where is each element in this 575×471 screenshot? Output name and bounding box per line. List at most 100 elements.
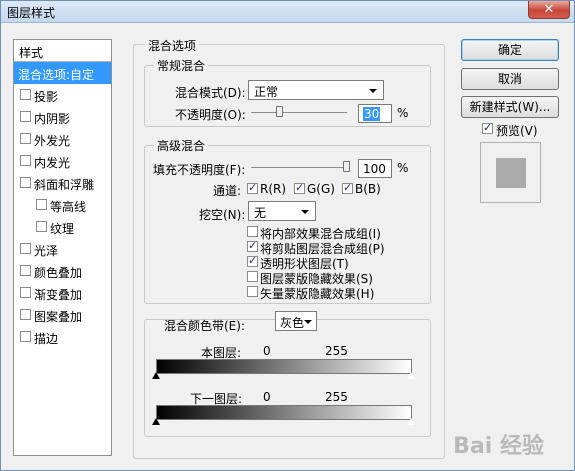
fill-opacity-label: 填充不透明度(F): bbox=[153, 163, 246, 177]
list-item-drop-shadow[interactable]: 投影 bbox=[14, 84, 111, 106]
list-item-stroke[interactable]: 描边 bbox=[14, 326, 111, 348]
gradient-overlay-checkbox[interactable] bbox=[20, 287, 31, 298]
list-item-color-overlay[interactable]: 颜色叠加 bbox=[14, 260, 111, 282]
this-layer-low: 0 bbox=[263, 344, 271, 358]
opacity-input[interactable]: 30 bbox=[358, 104, 392, 123]
transparency-shapes-checkbox[interactable] bbox=[247, 254, 258, 267]
fill-opacity-value: 100 bbox=[363, 162, 386, 176]
knockout-label: 挖空(N): bbox=[199, 208, 246, 222]
chevron-down-icon bbox=[304, 320, 312, 324]
list-item-pattern-overlay[interactable]: 图案叠加 bbox=[14, 304, 111, 326]
color-overlay-checkbox[interactable] bbox=[20, 265, 31, 276]
list-item-label: 纹理 bbox=[50, 222, 75, 236]
preview-label: 预览(V) bbox=[496, 124, 538, 138]
list-item-label: 混合选项:自定 bbox=[18, 68, 95, 82]
styles-list: 样式 混合选项:自定 投影 内阴影 外发光 内发光 斜面和浮雕 等高线 纹理 光… bbox=[13, 39, 112, 456]
stroke-checkbox[interactable] bbox=[20, 331, 31, 342]
list-item-label: 描边 bbox=[34, 332, 59, 346]
drop-shadow-checkbox[interactable] bbox=[20, 89, 31, 100]
list-item-inner-glow[interactable]: 内发光 bbox=[14, 150, 111, 172]
list-item-label: 外发光 bbox=[34, 134, 71, 148]
blend-if-label: 混合颜色带(E): bbox=[164, 319, 245, 333]
channel-r-label: R(R) bbox=[260, 182, 287, 196]
this-layer-white-slider[interactable] bbox=[406, 371, 416, 380]
channel-b-checkbox[interactable] bbox=[342, 181, 353, 194]
underlying-layer-high: 255 bbox=[325, 390, 348, 404]
vector-mask-hides-label: 矢量蒙版隐藏效果(H) bbox=[260, 287, 375, 301]
chevron-down-icon bbox=[369, 89, 377, 93]
knockout-value: 无 bbox=[254, 206, 267, 220]
fill-opacity-slider-track[interactable] bbox=[251, 167, 347, 168]
list-item-blending-options[interactable]: 混合选项:自定 bbox=[14, 62, 111, 84]
satin-checkbox[interactable] bbox=[20, 243, 31, 254]
advanced-blending-title: 高级混合 bbox=[154, 137, 209, 154]
contour-checkbox[interactable] bbox=[36, 199, 47, 210]
underlying-layer-black-slider[interactable] bbox=[152, 418, 160, 425]
vector-mask-hides-checkbox[interactable] bbox=[247, 286, 258, 297]
channel-b-label: B(B) bbox=[355, 182, 381, 196]
this-layer-black-slider[interactable] bbox=[152, 372, 160, 379]
inner-glow-checkbox[interactable] bbox=[20, 155, 31, 166]
inner-shadow-checkbox[interactable] bbox=[20, 111, 31, 122]
list-item-inner-shadow[interactable]: 内阴影 bbox=[14, 106, 111, 128]
list-item-label: 光泽 bbox=[34, 244, 59, 258]
fill-opacity-input[interactable]: 100 bbox=[358, 159, 392, 178]
styles-list-header[interactable]: 样式 bbox=[14, 40, 111, 62]
blend-clipped-layers-checkbox[interactable] bbox=[247, 239, 258, 252]
channel-g-checkbox[interactable] bbox=[294, 181, 305, 194]
blend-mode-label: 混合模式(D): bbox=[175, 86, 246, 100]
underlying-layer-white-slider[interactable] bbox=[406, 417, 416, 426]
opacity-label: 不透明度(O): bbox=[175, 108, 246, 122]
opacity-slider-track[interactable] bbox=[251, 112, 347, 113]
channel-r-checkbox[interactable] bbox=[247, 181, 258, 194]
texture-checkbox[interactable] bbox=[36, 221, 47, 232]
preview-square bbox=[496, 158, 526, 188]
preview-checkbox[interactable] bbox=[482, 121, 493, 134]
general-blending-title: 常规混合 bbox=[154, 57, 209, 74]
this-layer-high: 255 bbox=[325, 344, 348, 358]
new-style-button[interactable]: 新建样式(W)... bbox=[461, 96, 559, 118]
list-item-gradient-overlay[interactable]: 渐变叠加 bbox=[14, 282, 111, 304]
this-layer-gradient-bar bbox=[156, 359, 412, 374]
list-item-texture[interactable]: 纹理 bbox=[14, 216, 111, 238]
fill-opacity-slider-thumb[interactable] bbox=[343, 161, 350, 172]
outer-glow-checkbox[interactable] bbox=[20, 133, 31, 144]
opacity-slider-thumb[interactable] bbox=[276, 106, 283, 117]
underlying-layer-gradient-bar bbox=[156, 405, 412, 420]
blend-if-select[interactable]: 灰色 bbox=[275, 311, 317, 331]
underlying-layer-low: 0 bbox=[263, 390, 271, 404]
list-item-label: 斜面和浮雕 bbox=[34, 178, 95, 192]
title-bar: 图层样式 ✕ bbox=[1, 1, 574, 23]
close-button[interactable]: ✕ bbox=[528, 1, 570, 19]
list-item-satin[interactable]: 光泽 bbox=[14, 238, 111, 260]
list-item-label: 内发光 bbox=[34, 156, 71, 170]
list-item-label: 图案叠加 bbox=[34, 310, 83, 324]
blend-mode-value: 正常 bbox=[254, 85, 279, 99]
channel-g-label: G(G) bbox=[307, 182, 335, 196]
chevron-down-icon bbox=[301, 210, 309, 214]
fill-opacity-unit: % bbox=[397, 161, 409, 175]
cancel-button[interactable]: 取消 bbox=[461, 68, 559, 90]
list-item-label: 投影 bbox=[34, 90, 59, 104]
knockout-select[interactable]: 无 bbox=[248, 201, 316, 221]
dialog-title: 图层样式 bbox=[7, 6, 56, 20]
list-item-label: 渐变叠加 bbox=[34, 288, 83, 302]
layer-mask-hides-checkbox[interactable] bbox=[247, 271, 258, 282]
ok-button[interactable]: 确定 bbox=[461, 39, 559, 61]
list-item-contour[interactable]: 等高线 bbox=[14, 194, 111, 216]
style-preview-thumbnail bbox=[480, 142, 541, 203]
blending-options-title: 混合选项 bbox=[145, 37, 200, 54]
list-item-label: 等高线 bbox=[50, 200, 87, 214]
list-item-outer-glow[interactable]: 外发光 bbox=[14, 128, 111, 150]
opacity-unit: % bbox=[397, 106, 409, 120]
list-item-bevel-emboss[interactable]: 斜面和浮雕 bbox=[14, 172, 111, 194]
blend-interior-effects-checkbox[interactable] bbox=[247, 226, 258, 237]
blend-mode-select[interactable]: 正常 bbox=[248, 80, 384, 100]
baidu-watermark: Bai 经验 bbox=[453, 434, 544, 459]
bevel-emboss-checkbox[interactable] bbox=[20, 177, 31, 188]
list-item-label: 内阴影 bbox=[34, 112, 71, 126]
pattern-overlay-checkbox[interactable] bbox=[20, 309, 31, 320]
opacity-value: 30 bbox=[363, 107, 381, 121]
list-item-label: 颜色叠加 bbox=[34, 266, 83, 280]
layer-style-dialog: 图层样式 ✕ 样式 混合选项:自定 投影 内阴影 外发光 内发光 斜面和浮雕 等… bbox=[0, 0, 575, 471]
